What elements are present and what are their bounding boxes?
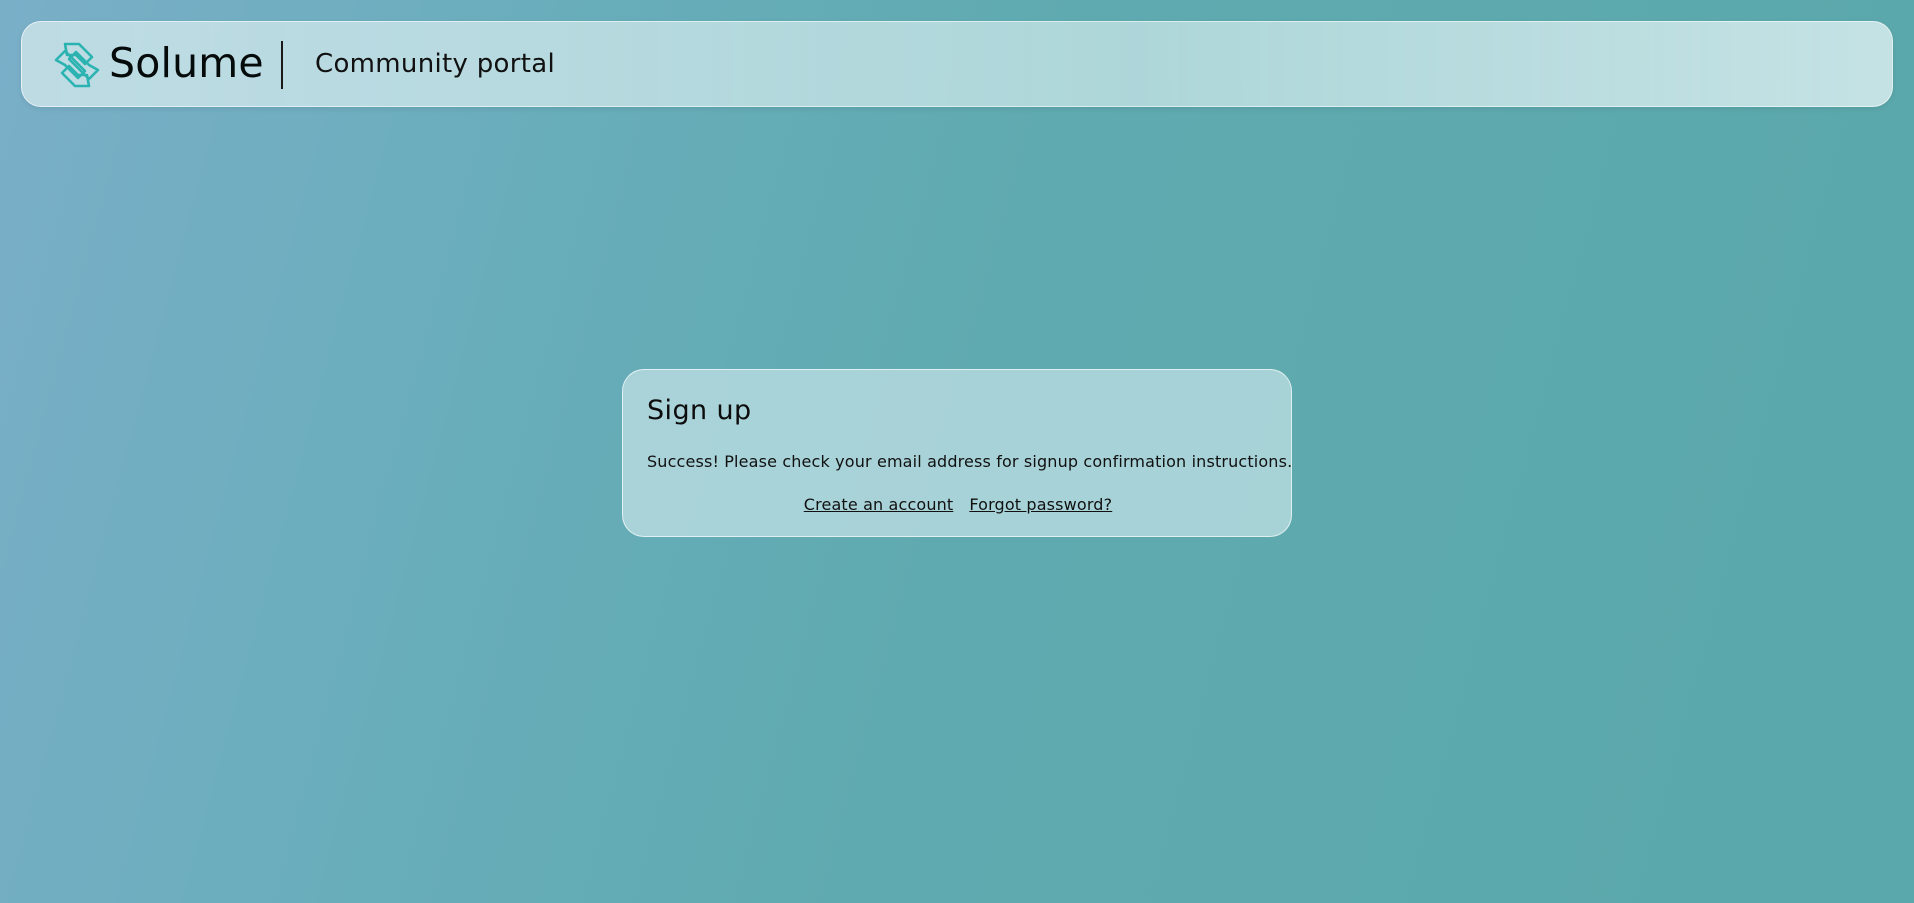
top-navigation-bar: Solume Community portal	[21, 21, 1893, 107]
card-links: Create an account Forgot password?	[623, 495, 1293, 515]
portal-title: Community portal	[315, 49, 555, 79]
brand-name[interactable]: Solume	[109, 38, 264, 88]
signup-card: Sign up Success! Please check your email…	[622, 369, 1292, 537]
forgot-password-link[interactable]: Forgot password?	[969, 495, 1112, 515]
solume-logo-icon[interactable]	[52, 40, 102, 90]
success-message: Success! Please check your email address…	[647, 452, 1293, 471]
card-title: Sign up	[647, 395, 752, 426]
create-account-link[interactable]: Create an account	[804, 495, 954, 515]
header-divider	[281, 41, 283, 89]
